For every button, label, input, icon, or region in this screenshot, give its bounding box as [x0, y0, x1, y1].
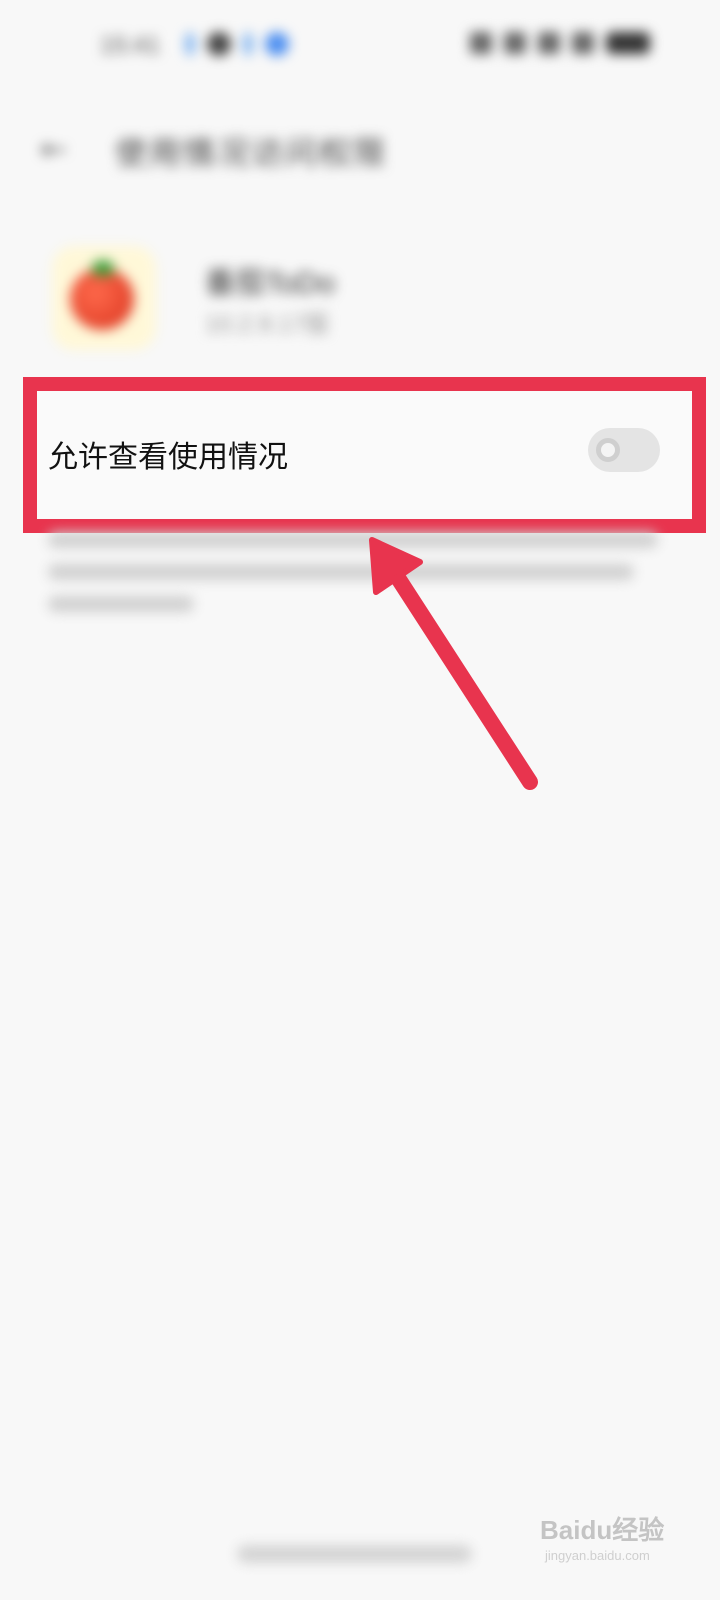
description-line [48, 596, 195, 612]
toggle-knob [596, 438, 620, 462]
header: ← 使用情况访问权限 [0, 110, 720, 190]
alarm-icon [504, 32, 526, 54]
page-title: 使用情况访问权限 [115, 134, 388, 172]
notification-icon [185, 32, 195, 56]
back-arrow-icon[interactable]: ← [40, 130, 67, 168]
home-indicator[interactable] [237, 1545, 472, 1563]
battery-icon [606, 32, 650, 54]
description-line [48, 564, 634, 580]
usage-access-label: 允许查看使用情况 [48, 440, 288, 475]
baidu-watermark: Baidu经验 [540, 1515, 665, 1545]
notification-icons [185, 32, 289, 56]
usage-access-toggle[interactable] [588, 428, 660, 472]
app-version: 10.2.9.17版 [205, 311, 330, 338]
description-text [48, 532, 658, 622]
description-line [48, 532, 658, 548]
status-time: 15:41 [100, 32, 161, 59]
leaf-shape [92, 260, 114, 276]
signal-icon [538, 32, 560, 54]
tomato-app-icon [52, 246, 156, 350]
app-info-row: 番茄ToDo 10.2.9.17版 [0, 240, 720, 360]
app-notification-icon [265, 32, 289, 56]
status-bar: 15:41 [0, 0, 720, 95]
bluetooth-icon [470, 32, 492, 54]
baidu-watermark-url: jingyan.baidu.com [545, 1548, 650, 1563]
phone-icon [207, 32, 231, 56]
wifi-icon [572, 32, 594, 54]
app-name: 番茄ToDo [205, 267, 336, 300]
tomato-shape [70, 268, 134, 330]
system-icons [470, 32, 650, 54]
notification-icon [243, 32, 253, 56]
